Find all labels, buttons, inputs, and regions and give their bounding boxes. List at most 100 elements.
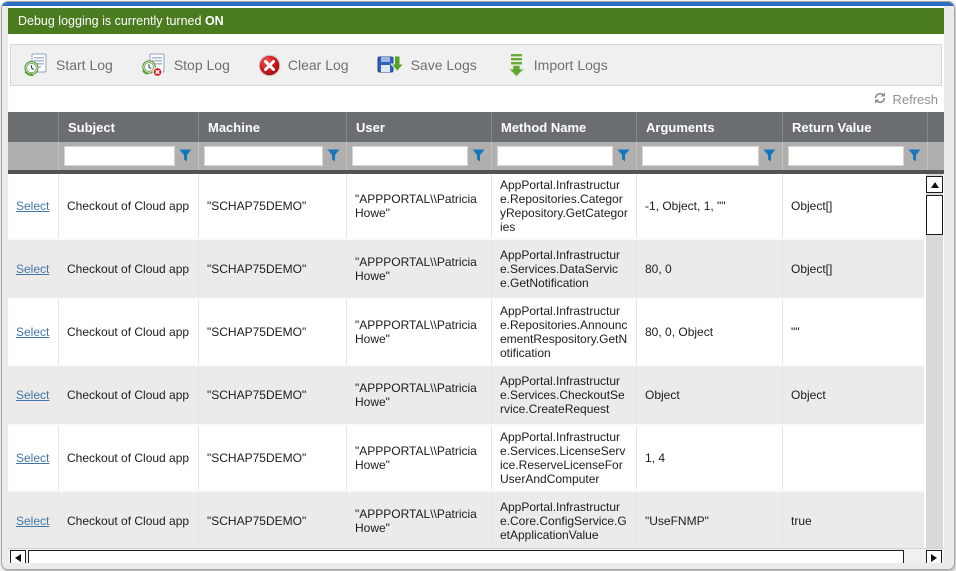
user-cell: "APPPORTAL\\PatriciaHowe" bbox=[347, 492, 492, 548]
return-value-cell bbox=[783, 426, 924, 490]
table-row: Select Checkout of Cloud app "SCHAP75DEM… bbox=[8, 174, 924, 238]
filter-cell-arguments bbox=[637, 142, 783, 170]
funnel-icon[interactable] bbox=[327, 149, 341, 163]
arguments-value: 80, 0, Object bbox=[645, 325, 713, 339]
subject-cell: Checkout of Cloud app bbox=[59, 366, 199, 424]
header-return-value: Return Value bbox=[783, 112, 928, 142]
machine-value: "SCHAP75DEMO" bbox=[207, 325, 306, 339]
filter-input-user[interactable] bbox=[352, 146, 468, 166]
user-cell: "APPPORTAL\\PatriciaHowe" bbox=[347, 366, 492, 424]
arguments-value: -1, Object, 1, "" bbox=[645, 199, 726, 213]
funnel-icon[interactable] bbox=[472, 149, 486, 163]
return-value-cell: Object[] bbox=[783, 240, 924, 298]
arguments-cell: "UseFNMP" bbox=[637, 492, 783, 548]
save-logs-button[interactable]: Save Logs bbox=[377, 53, 477, 77]
select-link[interactable]: Select bbox=[16, 514, 49, 528]
return-value: Object[] bbox=[791, 262, 832, 276]
filter-cell-return-value bbox=[783, 142, 928, 170]
refresh-bar: Refresh bbox=[8, 86, 944, 112]
method-cell: AppPortal.Infrastructure.Services.DataSe… bbox=[492, 240, 637, 298]
stop-log-button[interactable]: Stop Log bbox=[141, 53, 230, 77]
select-link[interactable]: Select bbox=[16, 262, 49, 276]
select-cell: Select bbox=[8, 300, 59, 364]
return-value: true bbox=[791, 514, 812, 528]
subject-value: Checkout of Cloud app bbox=[67, 514, 189, 528]
arguments-value: 80, 0 bbox=[645, 262, 672, 276]
subject-cell: Checkout of Cloud app bbox=[59, 492, 199, 548]
funnel-icon[interactable] bbox=[763, 149, 777, 163]
header-machine: Machine bbox=[199, 112, 347, 142]
return-value-cell: Object[] bbox=[783, 174, 924, 238]
filter-input-machine[interactable] bbox=[204, 146, 323, 166]
header-subject: Subject bbox=[59, 112, 199, 142]
import-logs-button[interactable]: Import Logs bbox=[505, 53, 608, 77]
save-logs-label: Save Logs bbox=[411, 57, 477, 73]
subject-cell: Checkout of Cloud app bbox=[59, 426, 199, 490]
funnel-icon[interactable] bbox=[617, 149, 631, 163]
up-arrow-icon bbox=[931, 182, 939, 188]
subject-value: Checkout of Cloud app bbox=[67, 451, 189, 465]
scroll-left-button[interactable] bbox=[10, 550, 26, 563]
select-link[interactable]: Select bbox=[16, 199, 49, 213]
machine-value: "SCHAP75DEMO" bbox=[207, 199, 306, 213]
machine-cell: "SCHAP75DEMO" bbox=[199, 240, 347, 298]
clear-log-icon bbox=[258, 54, 281, 77]
banner-message: Debug logging is currently turned bbox=[18, 14, 201, 28]
subject-value: Checkout of Cloud app bbox=[67, 262, 189, 276]
header-user: User bbox=[347, 112, 492, 142]
table-row: Select Checkout of Cloud app "SCHAP75DEM… bbox=[8, 490, 924, 548]
refresh-button[interactable]: Refresh bbox=[892, 92, 938, 107]
filter-input-return-value[interactable] bbox=[788, 146, 904, 166]
scroll-up-button[interactable] bbox=[926, 176, 943, 193]
select-cell: Select bbox=[8, 366, 59, 424]
subject-cell: Checkout of Cloud app bbox=[59, 240, 199, 298]
method-value: AppPortal.Infrastructure.Repositories.Ca… bbox=[500, 178, 628, 234]
clear-log-label: Clear Log bbox=[288, 57, 349, 73]
clear-log-button[interactable]: Clear Log bbox=[258, 54, 349, 77]
method-cell: AppPortal.Infrastructure.Repositories.An… bbox=[492, 300, 637, 364]
arguments-cell: Object bbox=[637, 366, 783, 424]
horizontal-scroll-thumb[interactable] bbox=[28, 550, 904, 563]
banner-status: ON bbox=[205, 14, 224, 28]
user-cell: "APPPORTAL\\PatriciaHowe" bbox=[347, 240, 492, 298]
filter-cell-user bbox=[347, 142, 492, 170]
vertical-scroll-thumb[interactable] bbox=[926, 195, 943, 235]
return-value-cell: Object bbox=[783, 366, 924, 424]
return-value-cell: "" bbox=[783, 300, 924, 364]
import-logs-icon bbox=[505, 53, 527, 77]
subject-cell: Checkout of Cloud app bbox=[59, 174, 199, 238]
method-cell: AppPortal.Infrastructure.Repositories.Ca… bbox=[492, 174, 637, 238]
funnel-icon[interactable] bbox=[908, 149, 922, 163]
user-value: "APPPORTAL\\PatriciaHowe" bbox=[355, 192, 483, 220]
return-value-cell: true bbox=[783, 492, 924, 548]
machine-cell: "SCHAP75DEMO" bbox=[199, 300, 347, 364]
user-cell: "APPPORTAL\\PatriciaHowe" bbox=[347, 174, 492, 238]
funnel-icon[interactable] bbox=[179, 149, 193, 163]
filter-cell-method-name bbox=[492, 142, 637, 170]
header-arguments: Arguments bbox=[637, 112, 783, 142]
user-value: "APPPORTAL\\PatriciaHowe" bbox=[355, 381, 483, 409]
start-log-button[interactable]: Start Log bbox=[23, 53, 113, 77]
horizontal-scrollbar[interactable] bbox=[8, 548, 944, 563]
subject-value: Checkout of Cloud app bbox=[67, 325, 189, 339]
method-value: AppPortal.Infrastructure.Core.ConfigServ… bbox=[500, 500, 628, 542]
select-link[interactable]: Select bbox=[16, 451, 49, 465]
filter-input-arguments[interactable] bbox=[642, 146, 759, 166]
window-content: Debug logging is currently turned ON bbox=[8, 6, 944, 563]
machine-cell: "SCHAP75DEMO" bbox=[199, 426, 347, 490]
select-link[interactable]: Select bbox=[16, 388, 49, 402]
method-cell: AppPortal.Infrastructure.Services.Checko… bbox=[492, 366, 637, 424]
select-cell: Select bbox=[8, 174, 59, 238]
filter-select-column bbox=[8, 142, 59, 170]
start-log-icon bbox=[23, 53, 49, 77]
user-cell: "APPPORTAL\\PatriciaHowe" bbox=[347, 426, 492, 490]
arguments-cell: 1, 4 bbox=[637, 426, 783, 490]
subject-cell: Checkout of Cloud app bbox=[59, 300, 199, 364]
vertical-scrollbar[interactable] bbox=[926, 174, 943, 548]
filter-input-method-name[interactable] bbox=[497, 146, 613, 166]
scroll-right-button[interactable] bbox=[926, 550, 942, 563]
select-link[interactable]: Select bbox=[16, 325, 49, 339]
select-cell: Select bbox=[8, 240, 59, 298]
user-value: "APPPORTAL\\PatriciaHowe" bbox=[355, 318, 483, 346]
filter-input-subject[interactable] bbox=[64, 146, 175, 166]
